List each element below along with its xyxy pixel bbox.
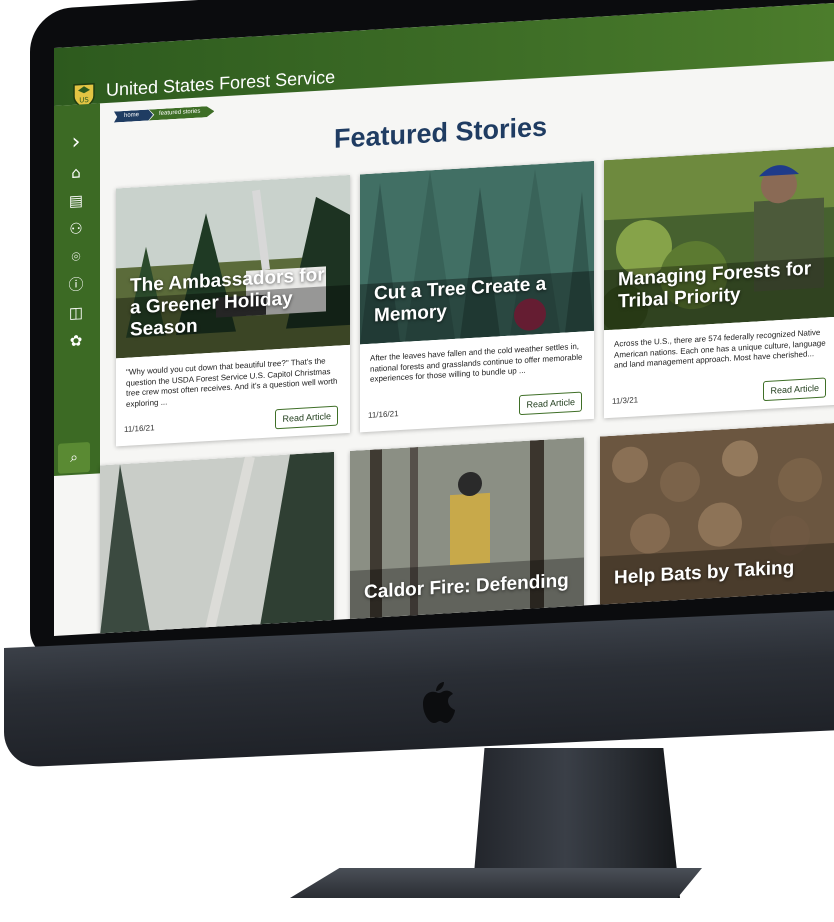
story-card[interactable]: The Ambassadors for a Greener Holiday Se… [116, 174, 350, 447]
breadcrumb: home featured stories [114, 106, 210, 123]
page-title: Featured Stories [334, 111, 548, 154]
story-photo: Managing Forests for Tribal Priority [604, 146, 834, 331]
news-icon[interactable]: ▤ [66, 190, 86, 211]
story-photo: Help Bats by Taking [600, 423, 834, 607]
story-photo: Cut a Tree Create a Memory [360, 160, 594, 345]
story-title[interactable]: The Ambassadors for a Greener Holiday Se… [130, 264, 340, 342]
forest-crane-image [100, 451, 334, 636]
story-card[interactable]: Managing Forests for Tribal Priority Acr… [604, 146, 834, 419]
sidebar-nav: › ⌂ ▤ ⚇ ⌾ ⓘ ◫ ✿ ⌕ [54, 103, 100, 476]
home-icon[interactable]: ⌂ [66, 162, 86, 183]
breadcrumb-home[interactable]: home [114, 109, 153, 122]
story-date: 11/3/21 [612, 395, 639, 406]
handshake-icon[interactable]: ✿ [66, 330, 86, 351]
apple-logo-icon [423, 682, 455, 723]
location-icon[interactable]: ⌾ [66, 246, 86, 267]
story-excerpt: After the leaves have fallen and the col… [370, 341, 583, 384]
story-photo: Caldor Fire: Defending [350, 437, 584, 621]
story-card[interactable]: Cut a Tree Create a Memory After the lea… [360, 160, 594, 433]
read-article-button[interactable]: Read Article [275, 405, 338, 430]
browser-screen: US United States Forest Service › ⌂ ▤ ⚇ … [54, 1, 834, 636]
story-photo [100, 451, 334, 636]
search-icon[interactable]: ⌕ [58, 441, 90, 474]
info-icon[interactable]: ⓘ [66, 274, 86, 295]
book-icon[interactable]: ◫ [66, 302, 86, 323]
monitor-stand-base [290, 868, 702, 898]
story-card[interactable]: Help Bats by Taking [600, 423, 834, 607]
story-excerpt: "Why would you cut down that beautiful t… [126, 356, 338, 409]
people-icon[interactable]: ⚇ [66, 218, 86, 239]
story-card[interactable]: Caldor Fire: Defending [350, 437, 584, 621]
story-photo: The Ambassadors for a Greener Holiday Se… [116, 174, 350, 359]
read-article-button[interactable]: Read Article [763, 377, 826, 402]
story-excerpt: Across the U.S., there are 574 federally… [614, 327, 826, 370]
story-card[interactable] [100, 451, 334, 636]
story-date: 11/16/21 [124, 423, 155, 434]
breadcrumb-current[interactable]: featured stories [149, 106, 214, 121]
read-article-button[interactable]: Read Article [519, 391, 582, 416]
chevron-right-icon[interactable]: › [66, 129, 86, 155]
story-date: 11/16/21 [368, 409, 399, 420]
